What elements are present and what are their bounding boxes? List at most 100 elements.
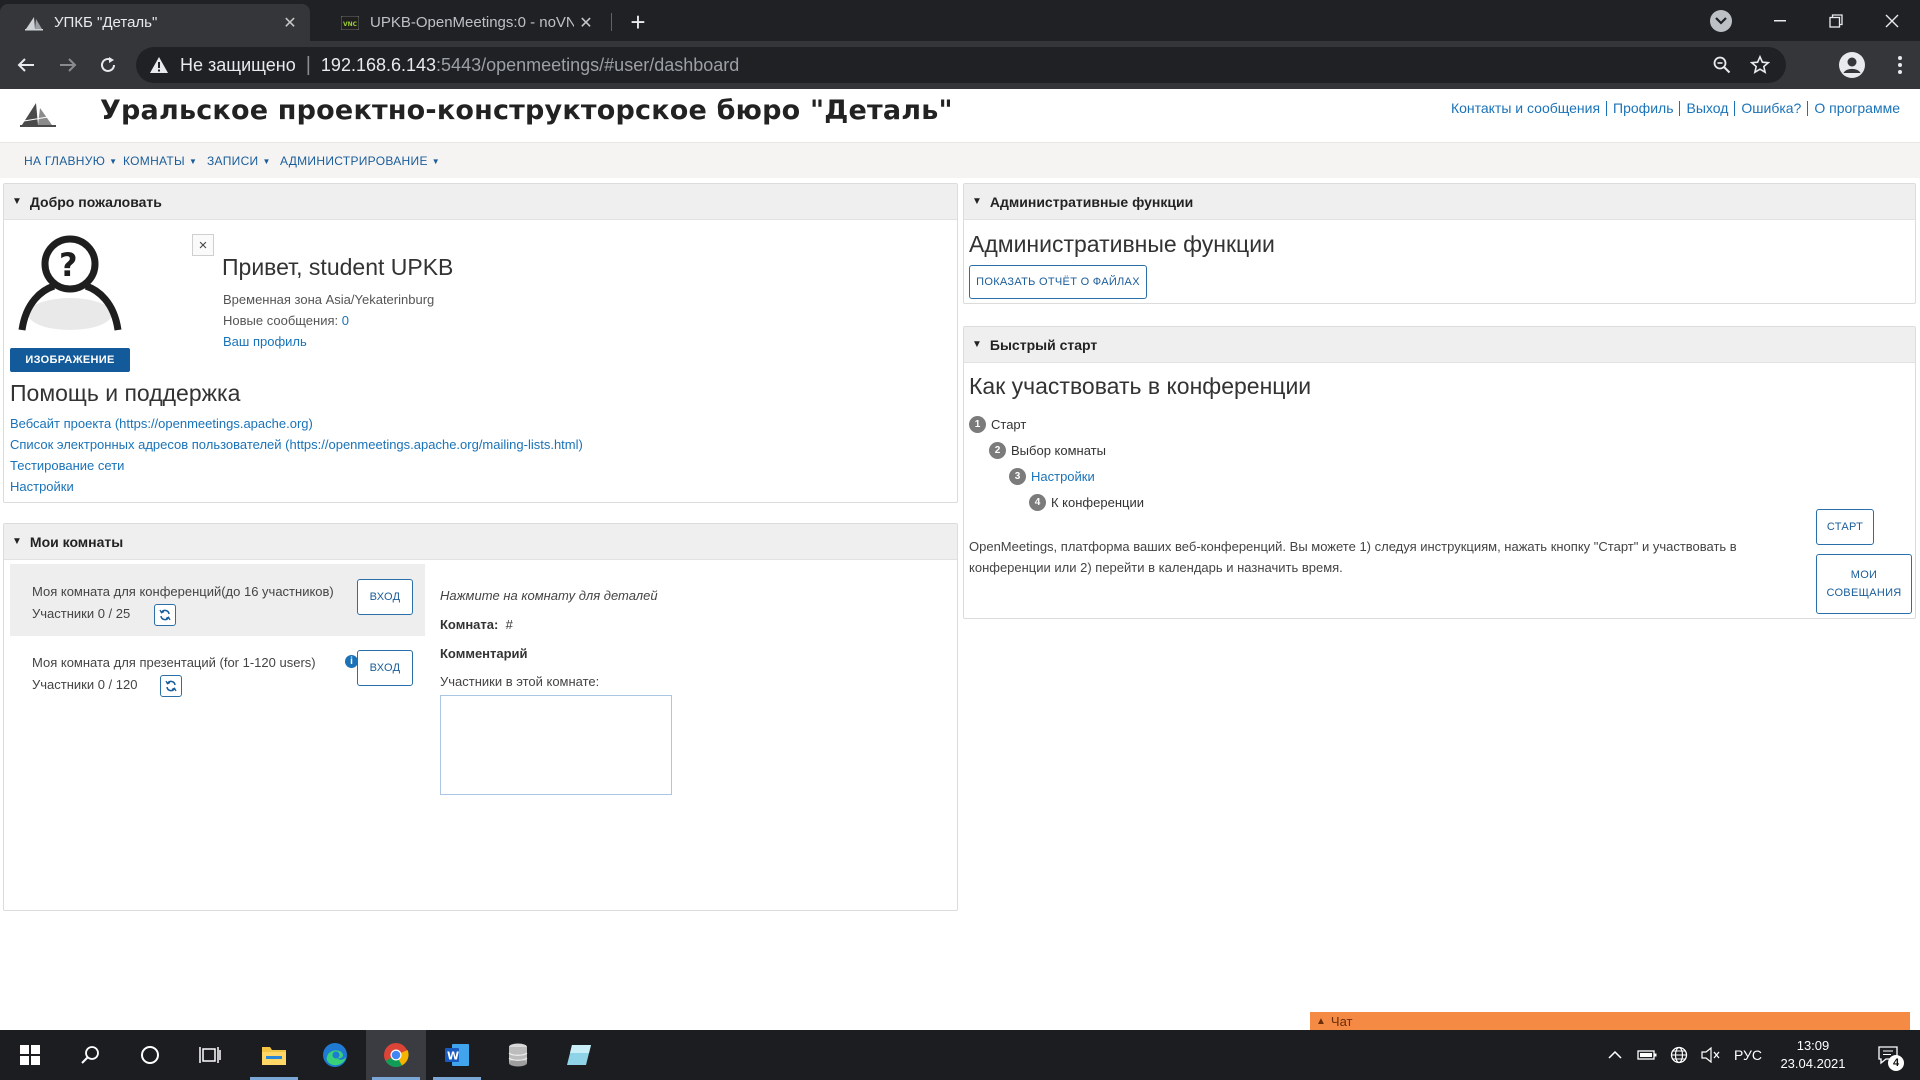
quick-start-panel-header[interactable]: ▼ Быстрый старт (964, 327, 1915, 363)
step-settings[interactable]: 3 Настройки (1009, 468, 1095, 485)
my-meetings-button[interactable]: МОИ СОВЕЩАНИЯ (1816, 554, 1912, 614)
participants-list-box[interactable] (440, 695, 672, 795)
windows-taskbar: W РУС 13:09 23.04.2021 4 (0, 1030, 1920, 1080)
collapse-triangle-icon[interactable]: ▼ (12, 196, 22, 207)
collapse-triangle-icon[interactable]: ▼ (12, 536, 22, 547)
cortana-icon[interactable] (120, 1030, 180, 1080)
back-arrow-icon[interactable] (10, 49, 42, 81)
enter-room-button[interactable]: ВХОД (357, 650, 413, 686)
browser-toolbar: Не защищено | 192.168.6.143:5443/openmee… (0, 41, 1920, 89)
my-rooms-panel-header[interactable]: ▼ Мои комнаты (4, 524, 957, 560)
menu-rooms[interactable]: КОМНАТЫ ▼ (123, 154, 197, 168)
close-welcome-button[interactable]: × (192, 234, 214, 256)
menu-home-label: НА ГЛАВНУЮ (24, 154, 106, 168)
report-bug-link[interactable]: Ошибка? (1735, 101, 1809, 116)
tab-close-icon[interactable]: ✕ (574, 11, 598, 35)
start-button[interactable]: СТАРТ (1816, 509, 1874, 545)
new-tab-plus-icon[interactable]: + (624, 9, 652, 37)
chat-bar[interactable]: ▲ Чат (1310, 1012, 1910, 1030)
chrome-browser-icon[interactable] (366, 1030, 426, 1080)
admin-panel-title: Административные функции (989, 193, 1194, 210)
edge-browser-icon[interactable] (305, 1030, 365, 1080)
security-label[interactable]: Не защищено (180, 55, 296, 76)
about-link[interactable]: О программе (1808, 101, 1906, 116)
enter-room-button[interactable]: ВХОД (357, 579, 413, 615)
admin-panel-header[interactable]: ▼ Административные функции (964, 184, 1915, 220)
bookmark-star-icon[interactable] (1742, 47, 1778, 83)
comment-label: Комментарий (440, 646, 528, 661)
forward-arrow-icon[interactable] (52, 49, 84, 81)
menu-home[interactable]: НА ГЛАВНУЮ ▼ (24, 154, 117, 168)
browser-menu-icon[interactable] (1884, 49, 1916, 81)
new-messages: Новые сообщения: 0 (223, 313, 349, 328)
quick-start-heading: Как участвовать в конференции (969, 373, 1312, 399)
minimize-icon[interactable] (1752, 0, 1808, 41)
remote-app-icon[interactable] (549, 1030, 609, 1080)
show-hidden-icons-chevron-icon[interactable] (1600, 1030, 1630, 1080)
file-explorer-icon[interactable] (244, 1030, 304, 1080)
profile-avatar-icon[interactable] (1836, 49, 1868, 81)
tab-close-icon[interactable]: ✕ (278, 11, 302, 35)
network-test-link[interactable]: Тестирование сети (10, 458, 124, 473)
collapse-triangle-icon[interactable]: ▼ (972, 339, 982, 350)
room-label-text: Комната: (440, 617, 499, 632)
refresh-icon[interactable] (160, 675, 182, 697)
settings-link[interactable]: Настройки (10, 479, 74, 494)
my-rooms-panel: ▼ Мои комнаты Моя комната для конференци… (3, 523, 958, 911)
caret-down-icon: ▼ (431, 157, 440, 167)
image-button[interactable]: ИЗОБРАЖЕНИЕ (10, 348, 130, 372)
not-secure-warning-icon[interactable] (148, 54, 170, 76)
welcome-panel-title: Добро пожаловать (29, 193, 162, 210)
menu-recordings[interactable]: ЗАПИСИ ▼ (207, 154, 271, 168)
reload-icon[interactable] (92, 49, 124, 81)
restore-icon[interactable] (1808, 0, 1864, 41)
mailing-lists-link[interactable]: Список электронных адресов пользователей… (10, 437, 583, 452)
refresh-icon[interactable] (154, 604, 176, 626)
contacts-messages-link[interactable]: Контакты и сообщения (1445, 101, 1608, 116)
start-windows-icon[interactable] (0, 1030, 60, 1080)
word-icon[interactable]: W (427, 1030, 487, 1080)
network-globe-icon[interactable] (1664, 1030, 1694, 1080)
tab-search-chevron-icon[interactable] (1710, 10, 1732, 32)
top-links: Контакты и сообщения Профиль Выход Ошибк… (1445, 101, 1906, 116)
battery-icon[interactable] (1632, 1030, 1662, 1080)
tab-novnc[interactable]: VNC UPKB-OpenMeetings:0 - noVNC ✕ (316, 4, 606, 41)
project-website-link[interactable]: Вебсайт проекта (https://openmeetings.ap… (10, 416, 313, 431)
notification-count-badge: 4 (1888, 1055, 1904, 1071)
your-profile-link[interactable]: Ваш профиль (223, 334, 307, 349)
new-messages-count-link[interactable]: 0 (342, 313, 349, 328)
admin-functions-panel: ▼ Административные функции Административ… (963, 183, 1916, 304)
openmeetings-favicon-icon (24, 14, 44, 32)
zoom-icon[interactable] (1704, 47, 1740, 83)
main-menu: НА ГЛАВНУЮ ▼ КОМНАТЫ ▼ ЗАПИСИ ▼ АДМИНИСТРИР… (0, 142, 1920, 178)
database-tool-icon[interactable] (488, 1030, 548, 1080)
participants-label: Участники в этой комнате: (440, 674, 600, 689)
action-center-icon[interactable]: 4 (1866, 1030, 1910, 1080)
step-settings-link[interactable]: Настройки (1031, 469, 1095, 484)
task-view-icon[interactable] (180, 1030, 240, 1080)
svg-text:W: W (447, 1050, 459, 1063)
room-name: Моя комната для конференций(до 16 участн… (32, 584, 334, 599)
step-label: Выбор комнаты (1011, 443, 1106, 458)
profile-link[interactable]: Профиль (1607, 101, 1681, 116)
logout-link[interactable]: Выход (1680, 101, 1736, 116)
address-bar[interactable]: Не защищено | 192.168.6.143:5443/openmee… (136, 47, 1786, 83)
clock[interactable]: 13:09 23.04.2021 (1770, 1030, 1856, 1080)
clock-time: 13:09 (1796, 1038, 1830, 1053)
step-label: Старт (991, 417, 1027, 432)
input-language[interactable]: РУС (1728, 1030, 1768, 1080)
file-report-button[interactable]: ПОКАЗАТЬ ОТЧЁТ О ФАЙЛАХ (969, 265, 1147, 299)
step-number-badge: 3 (1009, 468, 1026, 485)
my-meetings-label-2: СОВЕЩАНИЯ (1826, 587, 1902, 599)
welcome-panel-header[interactable]: ▼ Добро пожаловать (4, 184, 957, 220)
window-close-icon[interactable] (1864, 0, 1920, 41)
menu-administration-label: АДМИНИСТРИРОВАНИЕ (280, 154, 428, 168)
url-host: 192.168.6.143 (320, 54, 437, 75)
volume-muted-icon[interactable] (1696, 1030, 1726, 1080)
search-icon[interactable] (60, 1030, 120, 1080)
tab-upkb[interactable]: УПКБ "Деталь" ✕ (0, 4, 310, 41)
collapse-triangle-icon[interactable]: ▼ (972, 196, 982, 207)
browser-tab-bar: УПКБ "Деталь" ✕ VNC UPKB-OpenMeetings:0 … (0, 0, 1920, 41)
timezone-text: Временная зона Asia/Yekaterinburg (223, 292, 435, 307)
menu-administration[interactable]: АДМИНИСТРИРОВАНИЕ ▼ (280, 154, 440, 168)
